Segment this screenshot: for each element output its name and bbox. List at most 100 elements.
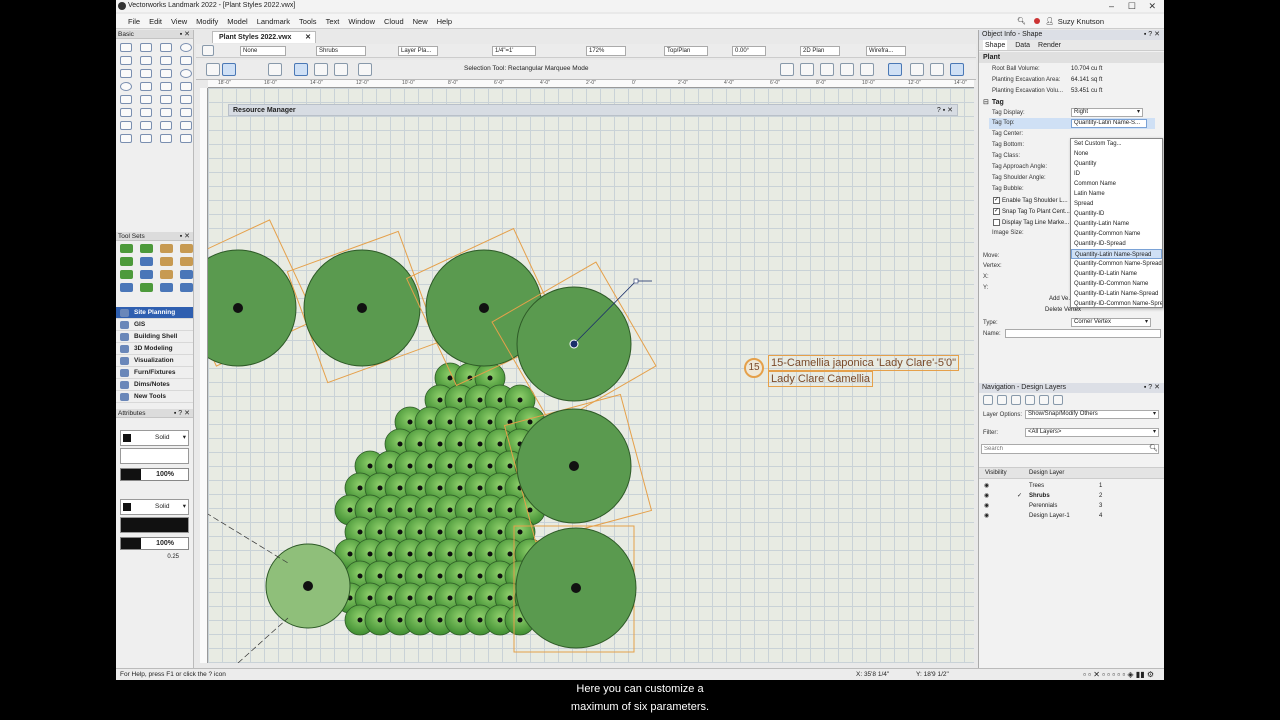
parking-tool[interactable] — [120, 270, 133, 279]
fill-swatch-bar[interactable] — [120, 448, 189, 464]
object-info-controls-icon[interactable]: ▪ ? ✕ — [1144, 30, 1160, 40]
render-select[interactable]: Wirefra... — [866, 46, 906, 56]
toolset-dims-notes[interactable]: Dims/Notes — [116, 379, 193, 391]
menu-tools[interactable]: Tools — [299, 17, 317, 26]
polygon-lasso-mode-icon[interactable] — [334, 63, 348, 76]
user-name[interactable]: Suzy Knutson — [1058, 14, 1104, 29]
attributes-close-icon[interactable]: ▪ ? ✕ — [174, 409, 190, 418]
rounded-rect-tool[interactable] — [160, 69, 172, 78]
angle-field[interactable]: 0.00° — [732, 46, 766, 56]
pad-tool[interactable] — [160, 270, 173, 279]
flyover-tool[interactable] — [160, 43, 172, 52]
delete-layer-icon[interactable] — [1025, 395, 1035, 405]
search-icon[interactable]: 🔍︎ — [1017, 17, 1026, 25]
connect-tool[interactable] — [160, 108, 172, 117]
layer-row[interactable]: ◉ Trees 1 — [979, 481, 1164, 491]
layer-row-active[interactable]: ◉ ✓ Shrubs 2 — [979, 491, 1164, 501]
drawing-canvas[interactable]: 15 15-Camellia japonica 'Lady Clare'-5'0… — [208, 88, 974, 663]
minimize-button[interactable]: – — [1109, 0, 1114, 12]
site-model-tool[interactable] — [140, 244, 153, 253]
stake-tool[interactable] — [140, 270, 153, 279]
snap-tangent-icon[interactable] — [930, 63, 944, 76]
locus-tool[interactable] — [180, 134, 192, 143]
dimension-tool[interactable] — [160, 56, 172, 65]
dropdown-option[interactable]: Quantity-ID-Spread — [1071, 239, 1162, 249]
toolset-visualization[interactable]: Visualization — [116, 355, 193, 367]
working-plane-icon[interactable] — [910, 63, 924, 76]
palette-close-icon[interactable]: ▪ ✕ — [180, 30, 190, 39]
dropdown-option[interactable]: Quantity-ID-Common Name — [1071, 279, 1162, 289]
eye-icon[interactable]: ◉ — [984, 481, 989, 491]
polyline-tool[interactable] — [180, 82, 192, 91]
zoom-tool[interactable] — [180, 43, 192, 52]
layer-class-select[interactable]: Shrubs — [316, 46, 366, 56]
dropdown-option[interactable]: Common Name — [1071, 179, 1162, 189]
dropdown-option[interactable]: Set Custom Tag... — [1071, 139, 1162, 149]
rectangular-marquee-mode-icon[interactable] — [206, 63, 220, 76]
tag-top-select[interactable]: Quantity-Latin Name-S... — [1071, 119, 1147, 128]
smart-edge-icon[interactable] — [840, 63, 854, 76]
dropdown-option[interactable]: ID — [1071, 169, 1162, 179]
snap-intersection-icon[interactable] — [950, 63, 964, 76]
col-design-layer[interactable]: Design Layer — [1029, 468, 1064, 478]
polygon-tool[interactable] — [160, 82, 172, 91]
tab-data[interactable]: Data — [1015, 40, 1030, 50]
menu-landmark[interactable]: Landmark — [257, 17, 290, 26]
menu-help[interactable]: Help — [437, 17, 452, 26]
layer-row[interactable]: ◉ Design Layer-1 4 — [979, 511, 1164, 521]
plant-section-header[interactable]: Plant — [979, 52, 1164, 63]
split-tool[interactable] — [140, 108, 152, 117]
dropdown-option[interactable]: Latin Name — [1071, 189, 1162, 199]
circle-tool[interactable] — [180, 69, 192, 78]
snap-object-icon[interactable] — [800, 63, 814, 76]
pen-swatch-bar[interactable] — [120, 517, 189, 533]
menu-modify[interactable]: Modify — [196, 17, 218, 26]
landscape-area-tool[interactable] — [180, 244, 193, 253]
tag-display-select[interactable]: Right ▾ — [1071, 108, 1143, 117]
projection-select[interactable]: 2D Plan — [800, 46, 840, 56]
callout-tool[interactable] — [140, 56, 152, 65]
class-select[interactable]: None — [240, 46, 286, 56]
layer-stack-icon[interactable] — [997, 395, 1007, 405]
freehand-tool[interactable] — [120, 95, 132, 104]
navigation-controls-icon[interactable]: ▪ ? ✕ — [1144, 383, 1160, 393]
eye-icon[interactable]: ◉ — [984, 511, 989, 521]
layer-settings-icon[interactable] — [983, 395, 993, 405]
eye-icon[interactable]: ◉ — [984, 501, 989, 511]
vertex-type-select[interactable]: Corner Vertex ▾ — [1071, 318, 1151, 327]
toolset-3d-modeling[interactable]: 3D Modeling — [116, 343, 193, 355]
contour-tool[interactable] — [180, 283, 193, 292]
clip-tool[interactable] — [120, 134, 132, 143]
camellia-plant[interactable] — [208, 249, 297, 367]
layer-select[interactable]: Layer Pla... — [398, 46, 438, 56]
toolset-new-tools[interactable]: New Tools — [116, 391, 193, 403]
plant-tag-label[interactable]: 15-Camellia japonica 'Lady Clare'-5'0" L… — [768, 355, 974, 387]
dropdown-option[interactable]: Quantity — [1071, 159, 1162, 169]
extend-tool[interactable] — [140, 134, 152, 143]
smart-points-icon[interactable] — [820, 63, 834, 76]
dropdown-option[interactable]: Spread — [1071, 199, 1162, 209]
dropdown-option[interactable]: Quantity-ID — [1071, 209, 1162, 219]
enable-tag-shoulder-checkbox[interactable]: ✓ Enable Tag Shoulder L... — [993, 197, 1068, 204]
scale-select[interactable]: 1/4"=1' — [492, 46, 536, 56]
marquee-mode-icon[interactable] — [268, 63, 282, 76]
texture-bed-tool[interactable] — [120, 283, 133, 292]
menu-file[interactable]: File — [128, 17, 140, 26]
toolset-gis[interactable]: GIS — [116, 319, 193, 331]
fence-tool[interactable] — [180, 257, 193, 266]
dropdown-option[interactable]: Quantity-Common Name — [1071, 229, 1162, 239]
dropdown-option[interactable]: None — [1071, 149, 1162, 159]
rectangle-mode-icon[interactable] — [294, 63, 308, 76]
offset-tool[interactable] — [120, 108, 132, 117]
hardscape-tool[interactable] — [160, 244, 173, 253]
eyedropper-tool[interactable] — [160, 95, 172, 104]
display-tag-line-marker-checkbox[interactable]: Display Tag Line Marke... — [993, 219, 1069, 226]
filter-select[interactable]: <All Layers> ▾ — [1025, 428, 1159, 437]
dropdown-option[interactable]: Quantity-ID-Latin Name — [1071, 269, 1162, 279]
notification-icon[interactable] — [1034, 18, 1040, 24]
pen-weight-field[interactable]: 0.25 — [120, 554, 189, 563]
arc-tool[interactable] — [140, 82, 152, 91]
back-icon[interactable] — [202, 45, 214, 56]
resource-manager-controls-icon[interactable]: ? ▪ ✕ — [937, 105, 953, 116]
menu-edit[interactable]: Edit — [149, 17, 162, 26]
